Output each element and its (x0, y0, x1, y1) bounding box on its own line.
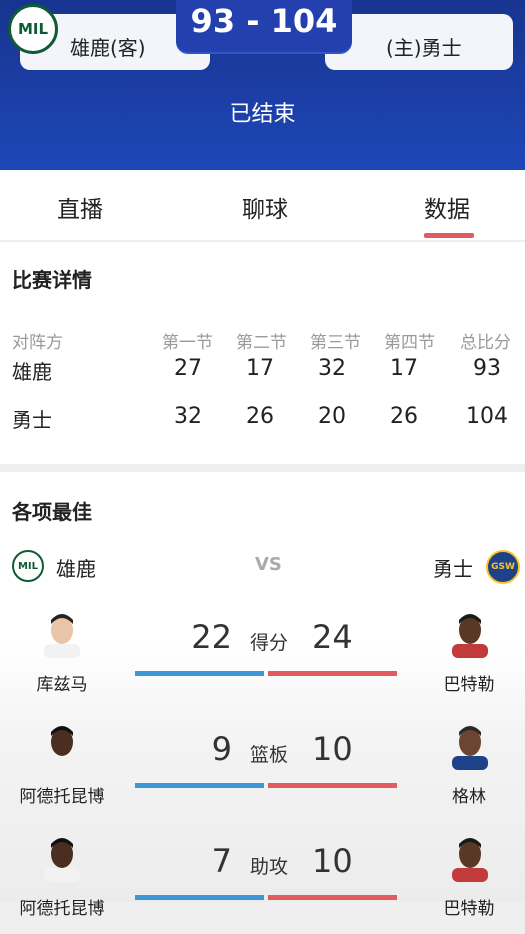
vs-label: VS (255, 554, 282, 575)
score-box: 93 - 104 (176, 0, 352, 52)
home-q4: 26 (390, 404, 418, 429)
away-stat-bar (135, 895, 264, 900)
game-detail-title: 比赛详情 (12, 268, 92, 292)
leaders-title: 各项最佳 (12, 500, 92, 524)
game-detail-card: 比赛详情 对阵方 第一节 第二节 第三节 第四节 总比分 雄鹿 27 17 32… (0, 242, 525, 464)
away-total: 93 (473, 356, 501, 381)
home-q2: 26 (246, 404, 274, 429)
stat-label: 篮板 (249, 744, 288, 766)
stat-row-points[interactable]: 库兹马 22 得分 24 巴特勒 (0, 610, 525, 710)
away-stat-value: 7 (211, 842, 232, 880)
home-stat-bar (268, 671, 397, 676)
home-player-name: 巴特勒 (443, 675, 495, 695)
warriors-logo-icon: GSW (486, 550, 520, 584)
home-stat-bar (268, 895, 397, 900)
away-player-name: 阿德托昆博 (19, 899, 105, 919)
tab-chat[interactable]: 聊球 (242, 190, 288, 224)
header-matchup: 对阵方 (12, 333, 63, 353)
player-avatar-icon (452, 726, 488, 770)
bucks-logo-icon: MIL (8, 4, 58, 54)
home-player-name: 巴特勒 (443, 899, 495, 919)
player-avatar-icon (452, 838, 488, 882)
active-tab-indicator (424, 233, 474, 238)
home-total: 104 (466, 404, 508, 429)
away-stat-value: 9 (211, 730, 232, 768)
header-q3: 第三节 (310, 333, 361, 353)
away-team-name: 雄鹿(客) (70, 36, 146, 60)
home-stat-value: 10 (312, 730, 353, 768)
header-q1: 第一节 (162, 333, 213, 353)
away-q3: 32 (318, 356, 346, 381)
home-q3: 20 (318, 404, 346, 429)
stat-label: 得分 (249, 632, 288, 654)
away-q2: 17 (246, 356, 274, 381)
leaders-card: 各项最佳 MIL 雄鹿 VS 勇士 GSW 库兹马 22 得分 24 巴特勒 阿… (0, 472, 525, 919)
away-player-name: 阿德托昆博 (19, 787, 105, 807)
game-header: MIL 雄鹿(客) (主)勇士 93 - 104 已结束 (0, 0, 525, 170)
away-q1: 27 (174, 356, 202, 381)
away-stat-value: 22 (191, 618, 232, 656)
player-avatar-icon (452, 614, 488, 658)
row-team-away: 雄鹿 (12, 360, 52, 384)
away-stat-bar (135, 783, 264, 788)
tab-stats[interactable]: 数据 (424, 190, 470, 224)
home-stat-value: 24 (312, 618, 353, 656)
game-status: 已结束 (229, 102, 296, 127)
home-player-name: 格林 (452, 787, 486, 807)
leaders-away-team: 雄鹿 (56, 557, 96, 581)
player-avatar-icon (44, 726, 80, 770)
away-stat-bar (135, 671, 264, 676)
final-score: 93 - 104 (190, 2, 338, 40)
home-team-name: (主)勇士 (386, 36, 462, 60)
tab-bar: 直播 聊球 数据 (0, 170, 525, 240)
away-q4: 17 (390, 356, 418, 381)
stat-label: 助攻 (249, 856, 288, 878)
home-stat-bar (268, 783, 397, 788)
player-avatar-icon (44, 614, 80, 658)
header-q4: 第四节 (384, 333, 435, 353)
header-total: 总比分 (460, 333, 511, 353)
home-q1: 32 (174, 404, 202, 429)
header-q2: 第二节 (236, 333, 287, 353)
home-stat-value: 10 (312, 842, 353, 880)
stat-row-assists[interactable]: 阿德托昆博 7 助攻 10 巴特勒 (0, 834, 525, 934)
player-avatar-icon (44, 838, 80, 882)
leaders-home-team: 勇士 (433, 557, 473, 581)
tab-live[interactable]: 直播 (57, 190, 103, 224)
bucks-logo-icon: MIL (12, 550, 44, 582)
away-player-name: 库兹马 (36, 675, 88, 695)
row-team-home: 勇士 (12, 408, 52, 432)
stat-row-rebounds[interactable]: 阿德托昆博 9 篮板 10 格林 (0, 722, 525, 822)
leaders-vs-row: MIL 雄鹿 VS 勇士 GSW (0, 550, 525, 590)
